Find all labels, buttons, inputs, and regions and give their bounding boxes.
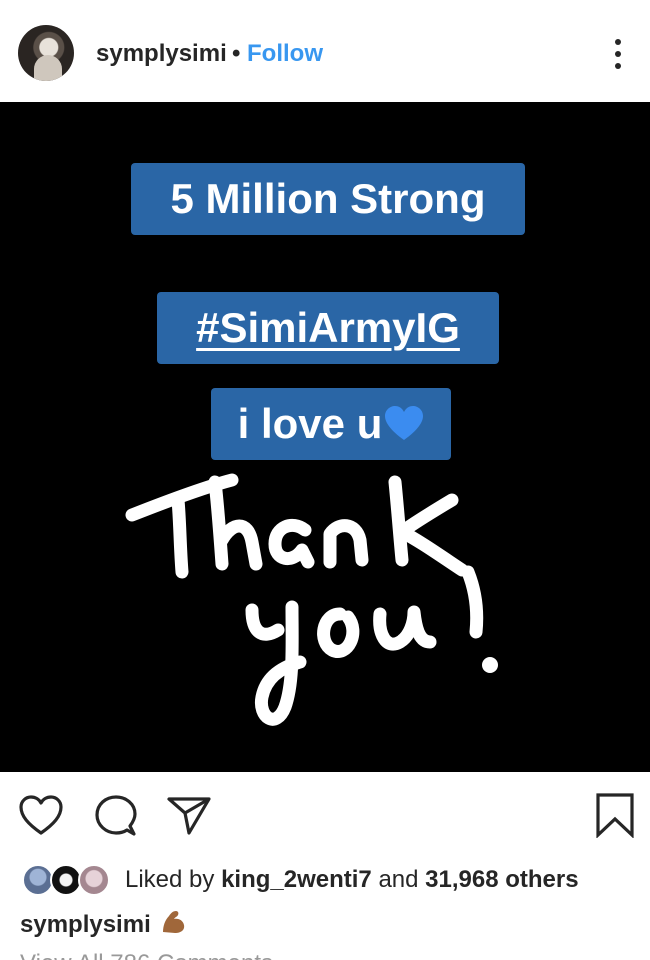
likes-count[interactable]: 31,968 others <box>425 866 578 893</box>
share-icon[interactable] <box>166 794 212 836</box>
avatar[interactable] <box>18 25 74 81</box>
blue-heart-icon <box>385 406 424 440</box>
post-username[interactable]: symplysimi <box>96 40 227 68</box>
tag-million-strong: 5 Million Strong <box>131 163 525 235</box>
action-bar <box>0 772 650 852</box>
liked-by-prefix: Liked by <box>125 866 215 893</box>
liker-avatar[interactable] <box>78 864 110 896</box>
post-image[interactable]: 5 Million Strong #SimiArmyIG i love u <box>0 102 650 772</box>
separator-dot: • <box>232 40 241 67</box>
tag-hashtag: #SimiArmyIG <box>157 292 499 364</box>
post-header: symplysimi • Follow <box>0 0 650 102</box>
caption: symplysimi <box>20 908 187 939</box>
likes-row: Liked by king_2wenti7 and 31,968 others <box>0 858 650 902</box>
liked-by-text[interactable]: Liked by king_2wenti7 and 31,968 others <box>125 866 579 894</box>
more-options-icon[interactable] <box>602 34 634 74</box>
liked-by-conj: and <box>378 866 419 893</box>
bookmark-icon[interactable] <box>595 792 635 838</box>
tag-love: i love u <box>211 388 451 460</box>
follow-button[interactable]: Follow <box>247 40 323 68</box>
love-text: i love u <box>237 400 383 447</box>
caption-username[interactable]: symplysimi <box>20 911 151 938</box>
comment-icon[interactable] <box>94 794 138 838</box>
flexed-biceps-icon <box>162 911 184 933</box>
heart-icon[interactable] <box>18 794 64 836</box>
view-comments-link[interactable]: View All 786 Comments <box>20 950 273 960</box>
liked-by-user[interactable]: king_2wenti7 <box>221 866 372 893</box>
